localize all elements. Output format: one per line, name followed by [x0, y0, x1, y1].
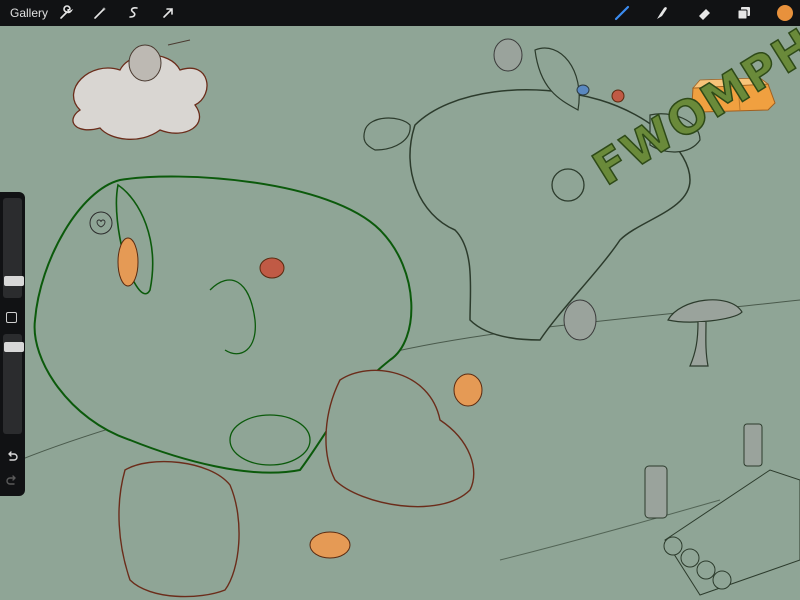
wrench-icon[interactable] — [56, 3, 76, 23]
eraser-icon[interactable] — [694, 3, 714, 23]
giant-right-illustration — [363, 47, 701, 341]
brush-size-thumb[interactable] — [4, 276, 24, 286]
modify-square-icon[interactable] — [6, 312, 17, 323]
color-swatch[interactable] — [777, 5, 793, 21]
brush-size-slider[interactable] — [3, 198, 24, 298]
magic-wand-icon[interactable] — [90, 3, 110, 23]
redo-icon[interactable] — [5, 474, 19, 488]
brush-icon[interactable] — [612, 3, 632, 23]
top-toolbar: Gallery — [0, 0, 800, 26]
layers-icon[interactable] — [734, 3, 754, 23]
undo-icon[interactable] — [5, 450, 19, 464]
left-sidebar — [0, 192, 25, 496]
opacity-slider[interactable] — [3, 334, 24, 434]
giant-left-illustration — [33, 175, 475, 598]
cloud-character-illustration — [72, 39, 208, 140]
mushroom-illustration — [667, 299, 743, 367]
selection-icon[interactable] — [124, 3, 144, 23]
opacity-thumb[interactable] — [4, 342, 24, 352]
smudge-icon[interactable] — [652, 3, 672, 23]
logs-illustration — [644, 423, 800, 596]
drawing-canvas[interactable]: FWOMPH! — [0, 4, 800, 600]
gallery-button[interactable]: Gallery — [10, 6, 48, 20]
transform-arrow-icon[interactable] — [158, 3, 178, 23]
